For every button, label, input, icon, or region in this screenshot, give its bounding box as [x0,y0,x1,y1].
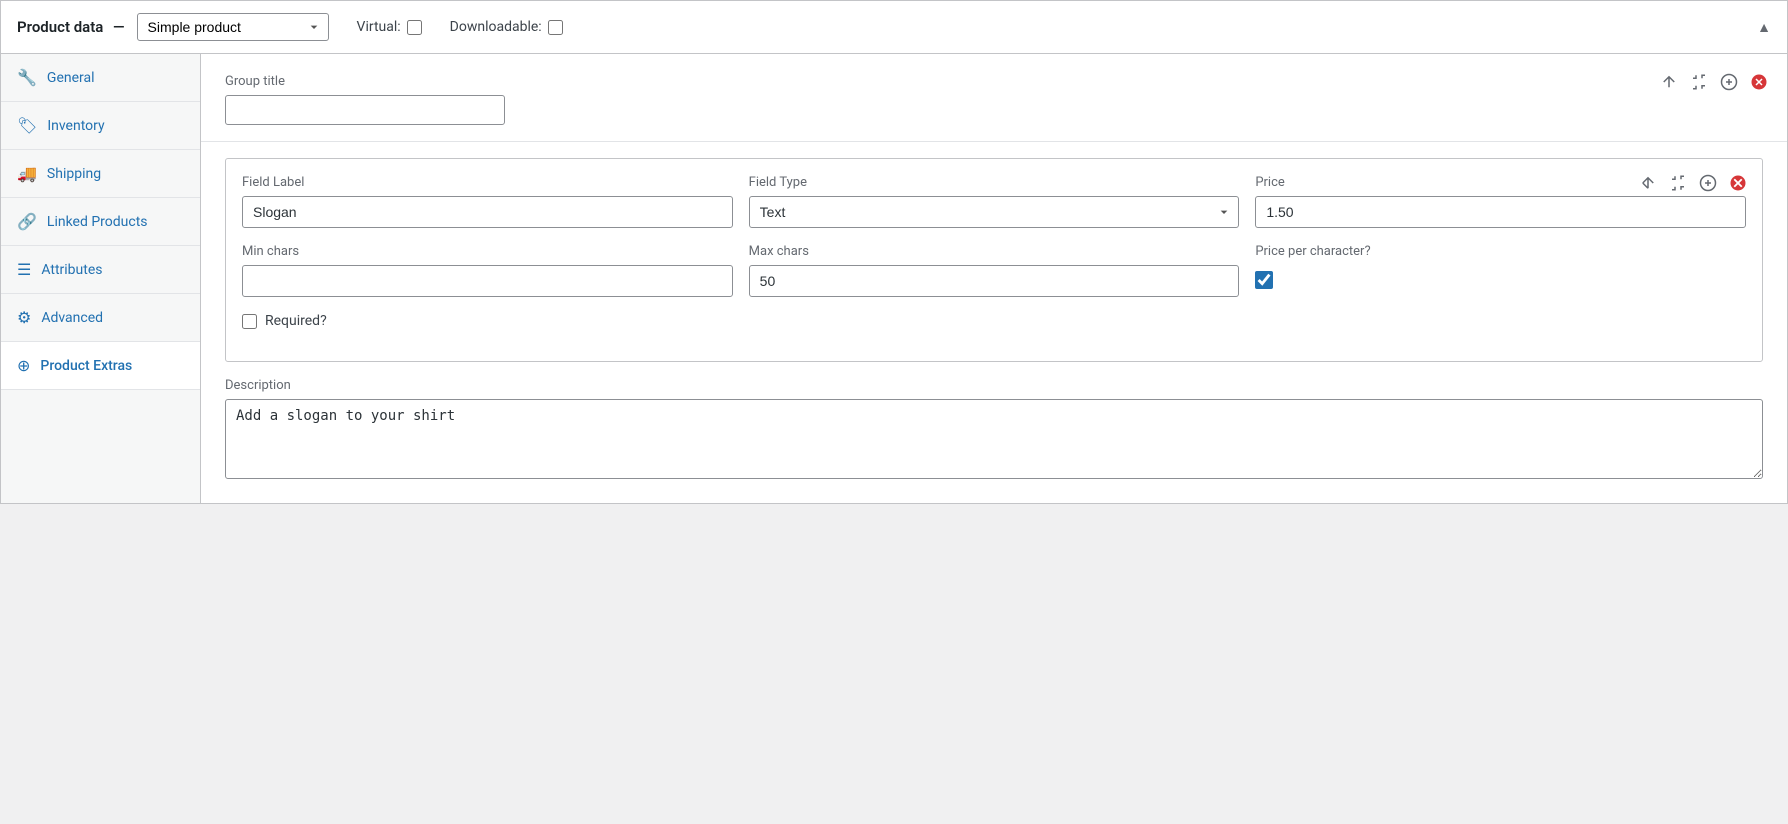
plus-circle-icon: ⊕ [17,356,30,375]
sidebar-item-linked-products[interactable]: 🔗 Linked Products [1,198,200,246]
description-textarea[interactable]: Add a slogan to your shirt [225,399,1763,479]
field-label-label: Field Label [242,175,733,190]
product-data-header: Product data — Simple product Variable p… [1,1,1787,54]
description-section: Description Add a slogan to your shirt [201,378,1787,503]
group-title-label: Group title [225,74,1763,89]
virtual-checkbox[interactable] [407,20,422,35]
sidebar-item-product-extras[interactable]: ⊕ Product Extras [1,342,200,390]
max-chars-input[interactable] [749,265,1240,297]
required-row: Required? [242,313,1746,329]
description-label: Description [225,378,1763,393]
product-type-select[interactable]: Simple product Variable product Grouped … [137,13,329,41]
price-input[interactable] [1255,196,1746,228]
field-label-input[interactable] [242,196,733,228]
list-icon: ☰ [17,260,31,279]
product-data-body: 🔧 General 🏷 Inventory 🚚 Shipping 🔗 Linke… [1,54,1787,503]
min-chars-input[interactable] [242,265,733,297]
remove-icon-field[interactable] [1726,171,1750,195]
group-title-actions [1657,70,1771,94]
downloadable-checkbox-group: Downloadable: [450,19,563,35]
required-checkbox[interactable] [242,314,257,329]
min-chars-label: Min chars [242,244,733,259]
sidebar-label-general: General [47,70,95,86]
collapse-icon-group[interactable] [1687,70,1711,94]
sidebar-item-shipping[interactable]: 🚚 Shipping [1,150,200,198]
min-chars-group: Min chars [242,244,733,297]
wrench-icon: 🔧 [17,68,37,87]
sidebar-item-advanced[interactable]: ⚙ Advanced [1,294,200,342]
fields-grid-bottom: Min chars Max chars Price per character? [242,244,1746,297]
field-label-group: Field Label [242,175,733,228]
price-per-char-checkbox[interactable] [1255,271,1273,289]
add-icon-field[interactable] [1696,171,1720,195]
add-icon-group[interactable] [1717,70,1741,94]
sidebar-label-advanced: Advanced [41,310,103,326]
fields-grid-top: Field Label Field Type Text Textarea Sel… [242,175,1746,228]
field-type-group: Field Type Text Textarea Select Radio Ch… [749,175,1240,228]
product-data-panel: Product data — Simple product Variable p… [0,0,1788,504]
downloadable-checkbox[interactable] [548,20,563,35]
field-row-section: Field Label Field Type Text Textarea Sel… [225,158,1763,362]
sidebar-item-general[interactable]: 🔧 General [1,54,200,102]
collapse-icon-field[interactable] [1666,171,1690,195]
sidebar-item-attributes[interactable]: ☰ Attributes [1,246,200,294]
collapse-icon[interactable]: ▲ [1757,19,1771,36]
virtual-label: Virtual: [357,19,401,35]
remove-icon-group[interactable] [1747,70,1771,94]
main-content: Group title [201,54,1787,503]
product-data-title: Product data — [17,18,125,36]
virtual-checkbox-group: Virtual: [357,19,422,35]
group-title-section: Group title [201,54,1787,142]
link-icon: 🔗 [17,212,37,231]
sort-icon-field[interactable] [1636,171,1660,195]
sidebar-label-shipping: Shipping [47,166,101,182]
field-row-actions [1636,171,1750,195]
price-per-char-label: Price per character? [1255,244,1746,259]
sidebar-label-product-extras: Product Extras [40,358,132,374]
required-label: Required? [265,313,327,329]
field-type-label: Field Type [749,175,1240,190]
sidebar: 🔧 General 🏷 Inventory 🚚 Shipping 🔗 Linke… [1,54,201,503]
price-per-char-group: Price per character? [1255,244,1746,297]
downloadable-label: Downloadable: [450,19,542,35]
max-chars-label: Max chars [749,244,1240,259]
field-type-select[interactable]: Text Textarea Select Radio Checkbox Date [749,196,1240,228]
truck-icon: 🚚 [17,164,37,183]
sort-icon-group[interactable] [1657,70,1681,94]
sidebar-item-inventory[interactable]: 🏷 Inventory [1,102,200,150]
sidebar-label-attributes: Attributes [41,262,102,278]
gear-icon: ⚙ [17,308,31,327]
max-chars-group: Max chars [749,244,1240,297]
group-title-input[interactable] [225,95,505,125]
sidebar-label-linked-products: Linked Products [47,214,148,230]
tag-icon: 🏷 [17,116,37,135]
sidebar-label-inventory: Inventory [47,118,104,134]
